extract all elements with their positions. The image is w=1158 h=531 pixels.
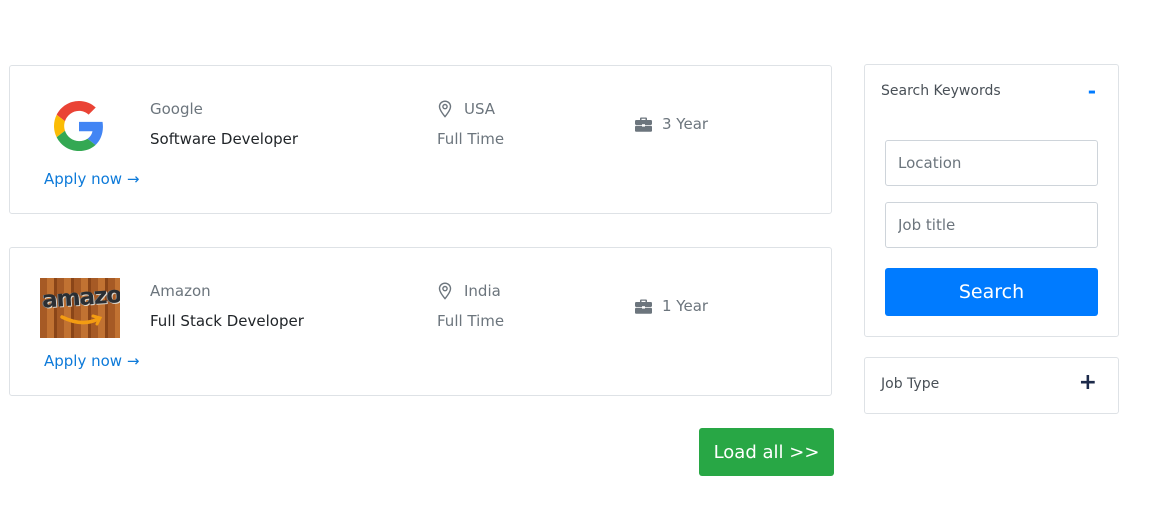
amazon-logo-icon: amazon — [40, 278, 120, 338]
briefcase-icon — [635, 117, 652, 132]
job-card: Google Software Developer USA Full Time … — [9, 65, 832, 214]
location-text: India — [464, 282, 501, 300]
job-type-title: Job Type — [881, 376, 940, 392]
search-keywords-title: Search Keywords — [881, 83, 1001, 99]
search-keywords-panel: Search Keywords - Search — [864, 64, 1119, 337]
job-location: India — [438, 282, 501, 300]
job-type-panel[interactable]: Job Type + — [864, 357, 1119, 414]
map-pin-icon — [438, 100, 452, 118]
apply-now-link[interactable]: Apply now → — [44, 352, 139, 370]
expand-toggle[interactable]: + — [1079, 372, 1097, 394]
company-name: Google — [150, 100, 203, 118]
amazon-logo-wordmark: amazon — [41, 281, 120, 314]
location-text: USA — [464, 100, 496, 118]
company-name: Amazon — [150, 282, 211, 300]
apply-now-link[interactable]: Apply now → — [44, 170, 139, 188]
experience-text: 3 Year — [662, 115, 709, 133]
experience-text: 1 Year — [662, 297, 709, 315]
collapse-toggle[interactable]: - — [1088, 79, 1096, 103]
job-type: Full Time — [437, 130, 505, 148]
job-experience: 1 Year — [635, 297, 708, 315]
job-experience: 3 Year — [635, 115, 708, 133]
briefcase-icon — [635, 299, 652, 314]
job-location: USA — [438, 100, 495, 118]
job-title: Software Developer — [150, 130, 299, 148]
job-type: Full Time — [437, 312, 505, 330]
location-input[interactable] — [885, 140, 1098, 186]
search-button[interactable]: Search — [885, 268, 1098, 316]
job-title: Full Stack Developer — [150, 312, 304, 330]
google-logo-icon — [54, 101, 103, 151]
job-card: amazon Amazon Full Stack Developer India… — [9, 247, 832, 396]
load-all-button[interactable]: Load all >> — [699, 428, 834, 476]
map-pin-icon — [438, 282, 452, 300]
job-title-input[interactable] — [885, 202, 1098, 248]
amazon-smile-icon — [60, 314, 103, 326]
